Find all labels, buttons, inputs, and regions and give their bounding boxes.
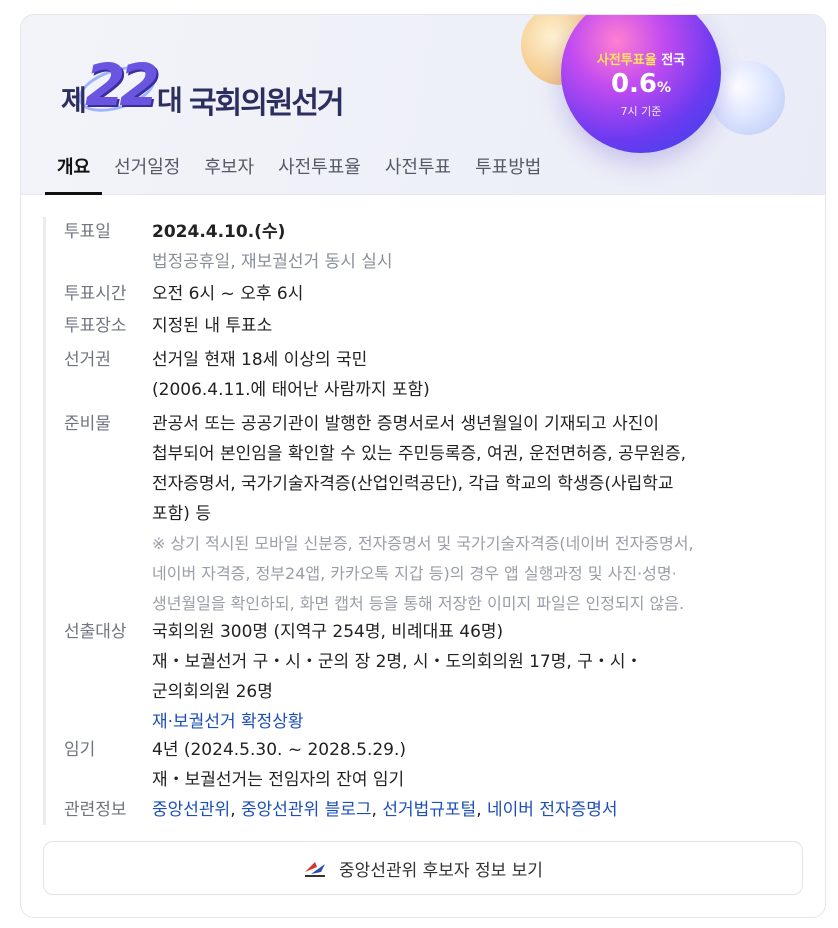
targets-text: 재・보궐선거 구・시・군의 장 2명, 시・도의회의원 17명, 구・시・ [152,652,643,672]
turnout-badge[interactable]: 사전투표율 전국 0.6% 7시 기준 [561,15,721,153]
tab-schedule[interactable]: 선거일정 [102,153,192,195]
link-separator: , [230,800,242,820]
view-candidates-button[interactable]: 중앙선관위 후보자 정보 보기 [43,841,803,895]
prepare-note: 생년월일을 확인하되, 화면 캡처 등을 통해 저장한 이미지 파일은 인정되지… [152,594,685,613]
by-election-status-link[interactable]: 재·보궐선거 확정상황 [152,707,802,737]
tab-overview[interactable]: 개요 [45,153,103,195]
targets-text: 군의회의원 26명 [152,682,273,702]
link-nec[interactable]: 중앙선관위 [152,800,230,820]
term-value: 4년 (2024.5.30. ~ 2028.5.29.) [152,740,407,760]
targets-text: 국회의원 300명 (지역구 254명, 비례대표 46명) [152,622,504,642]
link-separator: , [371,800,383,820]
prepare-text: 전자증명서, 국가기술자격증(산업인력공단), 각급 학교의 학생증(사립학교 [152,474,674,494]
link-election-law-portal[interactable]: 선거법규포털 [382,800,476,820]
row-label: 준비물 [64,414,111,434]
vote-day-note: 법정공휴일, 재보궐선거 동시 실시 [152,252,393,272]
prepare-text: 관공서 또는 공공기관이 발행한 증명서로서 생년월일이 기재되고 사진이 [152,414,660,434]
election-logo: 제 22 대 국회의원선거 [61,51,421,131]
term-note: 재・보궐선거는 전임자의 잔여 임기 [152,770,405,790]
logo-number: 22 [85,51,160,119]
turnout-label: 사전투표율 전국 [596,53,686,68]
overview-content: 투표일 2024.4.10.(수) 법정공휴일, 재보궐선거 동시 실시 투표시… [43,217,803,825]
row-label: 선출대상 [64,622,127,642]
link-separator: , [476,800,488,820]
election-banner: 사전투표율 전국 0.6% 7시 기준 제 22 대 국회의원선거 개요 선거일… [21,15,825,195]
vote-date: 2024.4.10.(수) [152,222,286,242]
row-label: 투표일 [64,222,111,242]
logo-prefix: 제 [61,84,87,117]
row-label: 관련정보 [64,800,127,820]
logo-title: 국회의원선거 [189,86,345,121]
row-label: 투표장소 [64,316,127,336]
prepare-note: 네이버 자격증, 정부24앱, 카카오톡 지갑 등)의 경우 앱 실행과정 및 … [152,564,677,583]
suffrage-note: (2006.4.11.에 태어난 사람까지 포함) [152,380,430,400]
row-label: 투표시간 [64,284,127,304]
tab-early-turnout[interactable]: 사전투표율 [266,153,373,195]
prepare-text: 포함) 등 [152,504,211,524]
prepare-note: ※ 상기 적시된 모바일 신분증, 전자증명서 및 국가기술자격증(네이버 전자… [152,534,694,553]
suffrage-value: 선거일 현재 18세 이상의 국민 [152,350,368,370]
row-label: 선거권 [64,350,111,370]
nec-logo-icon [305,862,326,877]
tab-candidates[interactable]: 후보자 [192,153,266,195]
view-candidates-label: 중앙선관위 후보자 정보 보기 [339,860,543,881]
tab-early-voting[interactable]: 사전투표 [373,153,463,195]
election-info-card: 사전투표율 전국 0.6% 7시 기준 제 22 대 국회의원선거 개요 선거일… [20,14,826,918]
turnout-time: 7시 기준 [620,105,662,118]
row-label: 임기 [64,740,96,760]
tab-bar: 개요 선거일정 후보자 사전투표율 사전투표 투표방법 [45,153,553,195]
turnout-value: 0.6% [610,69,672,99]
tab-how-to-vote[interactable]: 투표방법 [463,153,553,195]
vote-place-value: 지정된 내 투표소 [152,316,273,336]
decorative-orb [711,61,785,135]
vote-time-value: 오전 6시 ~ 오후 6시 [152,284,304,304]
prepare-text: 첩부되어 본인임을 확인할 수 있는 주민등록증, 여권, 운전면허증, 공무원… [152,444,687,464]
link-nec-blog[interactable]: 중앙선관위 블로그 [241,800,372,820]
logo-suffix: 대 [157,84,183,117]
link-naver-e-certificate[interactable]: 네이버 전자증명서 [487,800,618,820]
